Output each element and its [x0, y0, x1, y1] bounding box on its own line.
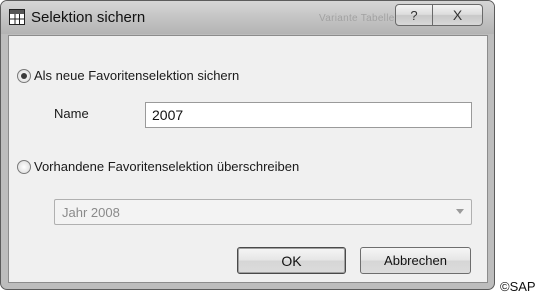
new-selection-radio[interactable]: [17, 69, 31, 83]
help-icon: ?: [410, 7, 418, 23]
new-selection-label[interactable]: Als neue Favoritenselektion sichern: [34, 68, 239, 83]
close-icon: X: [452, 7, 463, 23]
title-bar[interactable]: Selektion sichern Variante Tabelle ab ..…: [1, 1, 494, 34]
dialog-content: Als neue Favoritenselektion sichern Name…: [8, 35, 488, 283]
close-button[interactable]: X: [433, 4, 483, 26]
existing-selection-dropdown[interactable]: Jahr 2008: [54, 199, 472, 225]
overwrite-selection-label[interactable]: Vorhandene Favoritenselektion überschrei…: [34, 159, 299, 174]
cancel-button-label: Abbrechen: [384, 253, 447, 268]
cancel-button[interactable]: Abbrechen: [360, 247, 471, 274]
overwrite-selection-radio[interactable]: [17, 160, 31, 174]
ok-button-label: OK: [281, 252, 302, 269]
name-label: Name: [54, 106, 89, 121]
window-title: Selektion sichern: [31, 9, 146, 26]
name-input[interactable]: 2007: [145, 102, 472, 128]
copyright-notice: ©SAP: [500, 279, 536, 294]
dialog-window: Selektion sichern Variante Tabelle ab ..…: [0, 0, 495, 290]
chevron-down-icon: [456, 209, 464, 214]
ok-button[interactable]: OK: [237, 247, 346, 274]
help-button[interactable]: ?: [395, 4, 433, 26]
window-app-icon: [9, 9, 25, 25]
existing-selection-value: Jahr 2008: [62, 205, 120, 220]
